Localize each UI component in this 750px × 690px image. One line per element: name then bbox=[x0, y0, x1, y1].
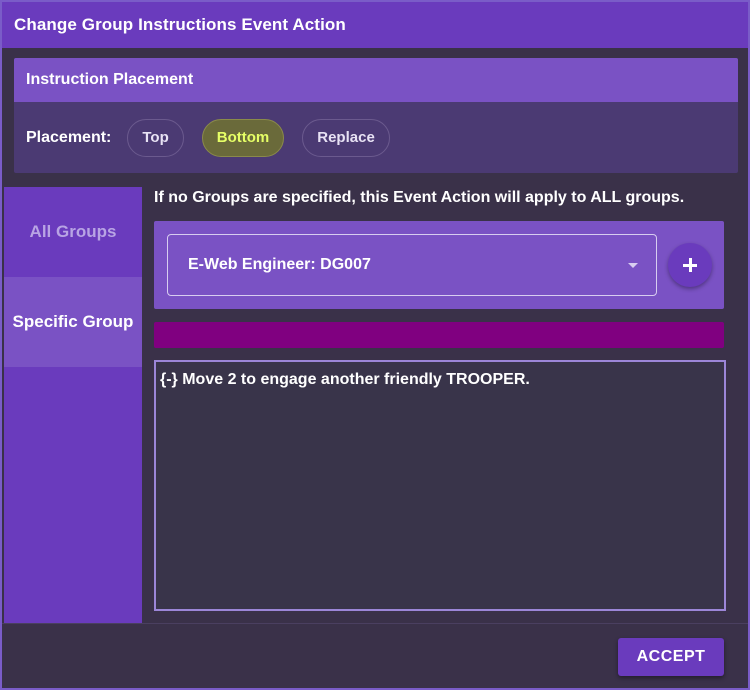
add-group-button[interactable] bbox=[668, 243, 712, 287]
specific-group-panel: If no Groups are specified, this Event A… bbox=[142, 187, 736, 623]
instruction-placement-card: Instruction Placement Placement: Top Bot… bbox=[14, 58, 738, 173]
groups-info-text: If no Groups are specified, this Event A… bbox=[154, 189, 685, 206]
plus-icon-vertical bbox=[688, 258, 692, 272]
dialog-title: Change Group Instructions Event Action bbox=[2, 2, 748, 48]
instruction-placement-header: Instruction Placement bbox=[14, 58, 738, 102]
dialog-footer: ACCEPT bbox=[2, 623, 748, 688]
group-select-value: E-Web Engineer: DG007 bbox=[188, 256, 371, 273]
group-select-card: E-Web Engineer: DG007 bbox=[154, 221, 724, 309]
tab-specific-group[interactable]: Specific Group bbox=[4, 277, 142, 367]
placement-replace-chip[interactable]: Replace bbox=[302, 118, 390, 157]
instruction-text-area[interactable]: {-} Move 2 to engage another friendly TR… bbox=[154, 360, 726, 611]
group-color-bar bbox=[154, 322, 724, 348]
group-scope-tabs: All Groups Specific Group bbox=[4, 187, 142, 623]
chevron-down-icon bbox=[628, 263, 638, 268]
placement-top-chip[interactable]: Top bbox=[127, 118, 184, 157]
placement-label: Placement: bbox=[26, 128, 112, 146]
change-group-instructions-dialog: Change Group Instructions Event Action I… bbox=[0, 0, 750, 690]
accept-button[interactable]: ACCEPT bbox=[618, 638, 724, 676]
placement-bottom-chip[interactable]: Bottom bbox=[201, 118, 285, 157]
group-select[interactable]: E-Web Engineer: DG007 bbox=[167, 234, 657, 296]
placement-row: Placement: Top Bottom Replace bbox=[14, 102, 738, 173]
tab-all-groups[interactable]: All Groups bbox=[4, 187, 142, 277]
